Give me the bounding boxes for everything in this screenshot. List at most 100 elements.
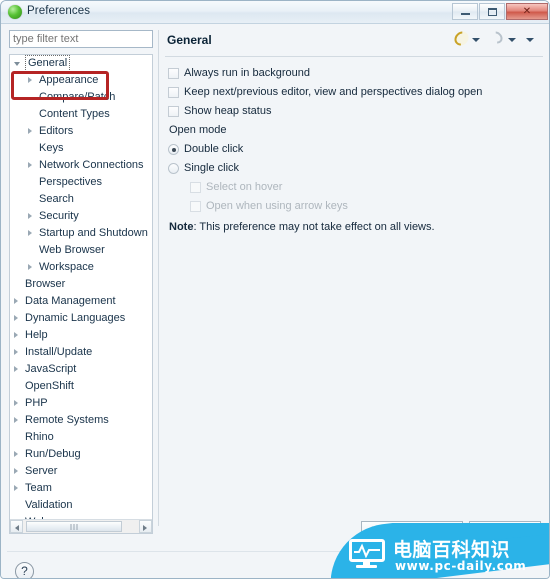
tree-item-content-types[interactable]: Content Types bbox=[10, 106, 152, 123]
tree-expand-arrow-icon[interactable] bbox=[28, 213, 32, 219]
menu-dropdown-icon[interactable] bbox=[526, 32, 543, 48]
forward-dropdown-icon[interactable] bbox=[508, 32, 525, 48]
checkbox-keep-next-previous-editor-view-and-persp[interactable]: Keep next/previous editor, view and pers… bbox=[167, 83, 543, 102]
scroll-left-button[interactable] bbox=[10, 520, 23, 533]
tree-expand-arrow-icon[interactable] bbox=[14, 349, 18, 355]
tree-expand-arrow-icon[interactable] bbox=[28, 162, 32, 168]
scroll-right-button[interactable] bbox=[139, 520, 152, 533]
help-button[interactable]: ? bbox=[15, 562, 34, 578]
tree-expand-arrow-icon[interactable] bbox=[28, 128, 32, 134]
tree-expand-arrow-icon[interactable] bbox=[14, 417, 18, 423]
tree-expand-arrow-icon[interactable] bbox=[14, 315, 18, 321]
maximize-button[interactable] bbox=[479, 3, 505, 20]
close-icon: ✕ bbox=[522, 5, 532, 17]
tree-item-data-management[interactable]: Data Management bbox=[10, 293, 152, 310]
checkbox-label: Open when using arrow keys bbox=[206, 200, 348, 212]
radio-double-click[interactable]: Double click bbox=[167, 140, 543, 159]
tree-item-javascript[interactable]: JavaScript bbox=[10, 361, 152, 378]
tree-item-label: Startup and Shutdown bbox=[39, 227, 148, 239]
panel-content: Always run in background Keep next/previo… bbox=[167, 64, 543, 237]
back-dropdown-icon[interactable] bbox=[472, 32, 489, 48]
radio-icon bbox=[168, 163, 179, 174]
tree-item-startup-and-shutdown[interactable]: Startup and Shutdown bbox=[10, 225, 152, 242]
tree-item-workspace[interactable]: Workspace bbox=[10, 259, 152, 276]
tree-expand-arrow-icon[interactable] bbox=[14, 332, 18, 338]
general-options-list: Always run in background Keep next/previo… bbox=[167, 64, 543, 121]
tree-item-editors[interactable]: Editors bbox=[10, 123, 152, 140]
tree-expand-arrow-icon[interactable] bbox=[14, 298, 18, 304]
checkbox-show-heap-status[interactable]: Show heap status bbox=[167, 102, 543, 121]
tree-expand-arrow-icon[interactable] bbox=[28, 230, 32, 236]
tree-item-label: Help bbox=[25, 329, 48, 341]
tree-item-appearance[interactable]: Appearance bbox=[10, 72, 152, 89]
tree-item-compare-patch[interactable]: Compare/Patch bbox=[10, 89, 152, 106]
tree-item-search[interactable]: Search bbox=[10, 191, 152, 208]
tree-item-remote-systems[interactable]: Remote Systems bbox=[10, 412, 152, 429]
tree-expand-arrow-icon[interactable] bbox=[14, 400, 18, 406]
settings-panel: General Always run in background Keep ne… bbox=[165, 28, 543, 233]
tree-item-dynamic-languages[interactable]: Dynamic Languages bbox=[10, 310, 152, 327]
close-button[interactable]: ✕ bbox=[506, 3, 548, 20]
minimize-icon bbox=[461, 13, 470, 15]
tree-item-perspectives[interactable]: Perspectives bbox=[10, 174, 152, 191]
chevron-right-icon bbox=[143, 524, 147, 531]
tree-item-rhino[interactable]: Rhino bbox=[10, 429, 152, 446]
tree-item-label: Keys bbox=[39, 142, 64, 154]
tree-item-label: Data Management bbox=[25, 295, 116, 307]
minimize-button[interactable] bbox=[452, 3, 478, 20]
tree-item-openshift[interactable]: OpenShift bbox=[10, 378, 152, 395]
scrollbar-thumb[interactable] bbox=[26, 521, 122, 532]
tree-scroll-area: General Appearance Compare/Patch Content Ty… bbox=[10, 55, 152, 519]
tree-item-run-debug[interactable]: Run/Debug bbox=[10, 446, 152, 463]
preferences-tree[interactable]: General Appearance Compare/Patch Content Ty… bbox=[9, 54, 153, 534]
tree-item-general[interactable]: General bbox=[10, 55, 152, 72]
checkbox-open-when-using-arrow-keys: Open when using arrow keys bbox=[189, 197, 543, 216]
open-mode-sub-options: Select on hover Open when using arrow key… bbox=[167, 178, 543, 216]
panel-divider-vertical bbox=[158, 30, 159, 526]
tree-item-label: Run/Debug bbox=[25, 448, 81, 460]
tree-item-browser[interactable]: Browser bbox=[10, 276, 152, 293]
tree-item-label: Appearance bbox=[39, 74, 99, 86]
checkbox-icon bbox=[168, 68, 179, 79]
tree-expand-arrow-icon[interactable] bbox=[28, 264, 32, 270]
tree-item-label: Content Types bbox=[39, 108, 110, 120]
tree-expand-arrow-icon[interactable] bbox=[14, 366, 18, 372]
tree-item-keys[interactable]: Keys bbox=[10, 140, 152, 157]
tree-collapse-arrow-icon[interactable] bbox=[14, 62, 20, 66]
tree-expand-arrow-icon[interactable] bbox=[14, 485, 18, 491]
app-icon bbox=[8, 5, 22, 19]
tree-item-label: Install/Update bbox=[25, 346, 93, 358]
radio-label: Single click bbox=[184, 162, 240, 174]
tree-item-web-browser[interactable]: Web Browser bbox=[10, 242, 152, 259]
panel-toolbar bbox=[451, 28, 543, 49]
tree-item-validation[interactable]: Validation bbox=[10, 497, 152, 514]
tree-expand-arrow-icon[interactable] bbox=[14, 468, 18, 474]
back-arrow-icon[interactable] bbox=[451, 28, 472, 49]
tree-expand-arrow-icon[interactable] bbox=[14, 451, 18, 457]
radio-icon bbox=[168, 144, 179, 155]
tree-item-label: Rhino bbox=[25, 431, 54, 443]
tree-horizontal-scrollbar[interactable] bbox=[10, 519, 152, 533]
panel-header: General bbox=[165, 28, 543, 57]
tree-item-network-connections[interactable]: Network Connections bbox=[10, 157, 152, 174]
radio-single-click[interactable]: Single click bbox=[167, 159, 543, 178]
open-mode-label: Open mode bbox=[169, 124, 227, 136]
tree-expand-arrow-icon[interactable] bbox=[28, 77, 32, 83]
checkbox-select-on-hover: Select on hover bbox=[189, 178, 543, 197]
tree-item-install-update[interactable]: Install/Update bbox=[10, 344, 152, 361]
apply-button[interactable]: Apply bbox=[469, 521, 541, 542]
tree-item-server[interactable]: Server bbox=[10, 463, 152, 480]
restore-defaults-button[interactable]: Restore Defaults bbox=[361, 521, 463, 542]
checkbox-always-run-in-background[interactable]: Always run in background bbox=[167, 64, 543, 83]
forward-arrow-icon[interactable] bbox=[488, 29, 507, 48]
tree-item-label: OpenShift bbox=[25, 380, 74, 392]
dialog-body: General Appearance Compare/Patch Content Ty… bbox=[1, 24, 549, 578]
title-bar: Preferences ✕ bbox=[1, 1, 549, 24]
tree-item-team[interactable]: Team bbox=[10, 480, 152, 497]
note-body: : This preference may not take effect on… bbox=[193, 221, 435, 233]
tree-item-php[interactable]: PHP bbox=[10, 395, 152, 412]
tree-item-security[interactable]: Security bbox=[10, 208, 152, 225]
tree-item-label: PHP bbox=[25, 397, 48, 409]
tree-item-help[interactable]: Help bbox=[10, 327, 152, 344]
filter-input[interactable] bbox=[9, 30, 153, 48]
